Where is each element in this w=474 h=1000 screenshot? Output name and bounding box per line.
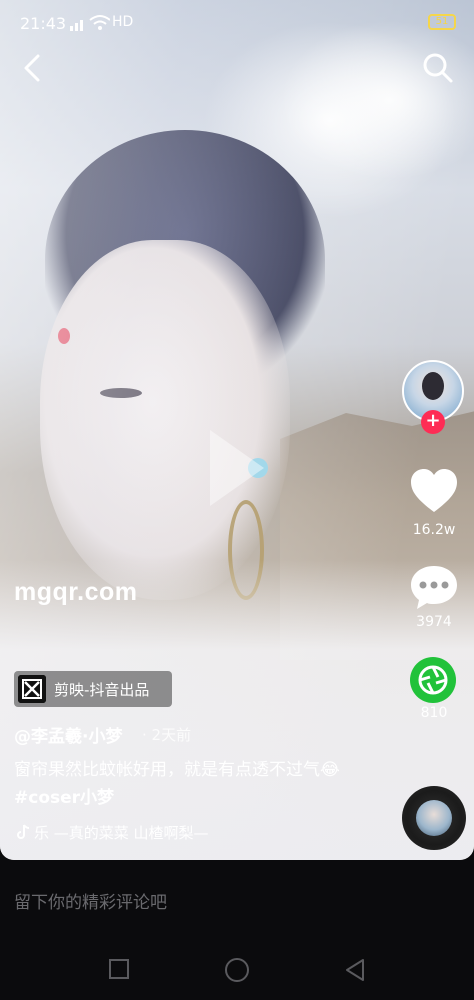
status-bar: 21:43 HD 51 [0, 0, 474, 44]
music-disc[interactable] [402, 786, 466, 850]
system-nav-bar [0, 940, 474, 1000]
battery-icon: 51 [428, 14, 456, 30]
post-caption: 窗帘果然比蚊帐好用，就是有点透不过气😂 #coser小梦 [14, 756, 344, 812]
share-button[interactable] [410, 657, 456, 703]
shutter-icon [418, 665, 448, 695]
capcut-template-tag[interactable]: 剪映-抖音出品 [14, 671, 172, 707]
share-count: 810 [420, 705, 448, 721]
comment-count: 3974 [416, 614, 452, 630]
like-count: 16.2w [412, 522, 456, 538]
network-label: HD [112, 14, 134, 30]
status-time: 21:43 [20, 14, 67, 33]
back-button[interactable] [18, 50, 48, 86]
music-info[interactable]: 乐 —真的菜菜 山楂啊梨— [14, 822, 209, 843]
post-time: · 2天前 [142, 726, 192, 744]
comment-icon[interactable] [408, 562, 460, 614]
author-name[interactable]: @李孟羲·小梦 [14, 722, 122, 747]
like-heart-icon[interactable] [408, 466, 460, 518]
play-icon[interactable] [204, 426, 268, 510]
avatar-image [422, 372, 444, 400]
follow-button[interactable]: + [421, 410, 445, 434]
hashtag-link[interactable]: #coser小梦 [14, 788, 114, 808]
music-note-icon [17, 824, 30, 839]
caption-text: 窗帘果然比蚊帐好用，就是有点透不过气😂 [14, 760, 340, 780]
music-title: 乐 —真的菜菜 山楂啊梨— [34, 824, 209, 842]
capcut-label: 剪映-抖音出品 [54, 681, 150, 699]
recent-apps-icon[interactable] [108, 958, 130, 980]
search-icon[interactable] [422, 52, 454, 84]
comment-input[interactable]: 留下你的精彩评论吧 [14, 888, 167, 913]
music-cover [416, 800, 452, 836]
home-icon[interactable] [224, 957, 250, 983]
capcut-logo-icon [18, 675, 46, 703]
back-nav-icon[interactable] [344, 958, 366, 982]
watermark-text: mgqr.com [14, 578, 138, 606]
signal-wifi-icon [70, 15, 110, 31]
